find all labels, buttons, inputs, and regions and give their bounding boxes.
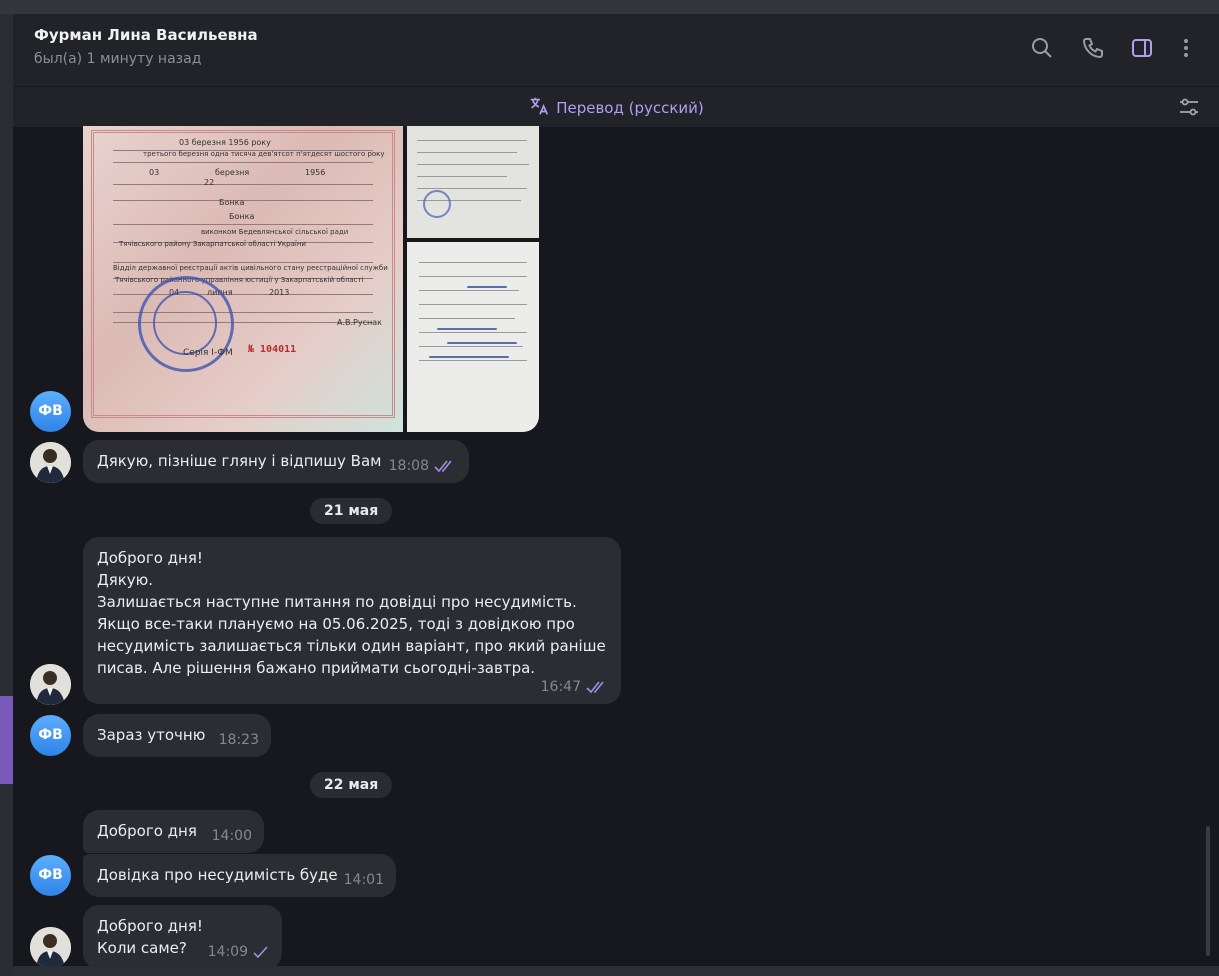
doc-line bbox=[419, 360, 527, 361]
doc-text: 03 березня 1956 року bbox=[179, 138, 271, 147]
avatar-fv[interactable]: ФВ bbox=[30, 715, 71, 756]
message-bubble[interactable]: Довідка про несудимість буде 14:01 bbox=[83, 854, 396, 897]
avatar-fv[interactable]: ФВ bbox=[30, 855, 71, 896]
avatar-me[interactable] bbox=[30, 442, 71, 483]
avatar-me[interactable] bbox=[30, 927, 71, 966]
message-meta: 14:09 bbox=[208, 941, 270, 963]
doc-line bbox=[113, 184, 373, 185]
doc-series: Серія І-ФМ bbox=[183, 348, 233, 358]
doc-text: Тячівського району Закарпатської області… bbox=[119, 240, 306, 248]
last-seen-status: был(а) 1 минуту назад bbox=[34, 51, 202, 67]
date-separator: 21 мая bbox=[310, 498, 393, 524]
message-time: 18:23 bbox=[218, 732, 259, 748]
message-bubble[interactable]: Доброго дня 14:00 bbox=[83, 810, 264, 853]
avatar-me[interactable] bbox=[30, 664, 71, 705]
message-list[interactable]: 03 березня 1956 року третього березня од… bbox=[13, 126, 1219, 966]
handwriting bbox=[437, 328, 497, 330]
doc-line bbox=[417, 176, 507, 177]
chat-window: Фурман Лина Васильевна был(а) 1 минуту н… bbox=[13, 14, 1219, 966]
doc-text: Бонка bbox=[219, 198, 245, 207]
single-check-icon bbox=[253, 946, 268, 959]
translation-bar: Перевод (русский) bbox=[13, 86, 1219, 127]
document-photo-3[interactable] bbox=[407, 242, 539, 432]
message-time: 14:01 bbox=[343, 872, 384, 888]
doc-text: виконком Бедевлянської сільської ради bbox=[201, 228, 349, 236]
document-photo-birth-certificate[interactable]: 03 березня 1956 року третього березня од… bbox=[83, 126, 403, 432]
doc-text: 22 bbox=[204, 178, 215, 187]
handwriting bbox=[447, 342, 517, 344]
doc-line bbox=[419, 304, 527, 305]
stamp bbox=[423, 190, 451, 218]
doc-text: Бонка bbox=[229, 212, 255, 221]
message-bubble[interactable]: Доброго дня! Дякую. Залишається наступне… bbox=[83, 537, 621, 704]
doc-line bbox=[419, 318, 515, 319]
doc-text: А.В.Руснак bbox=[337, 318, 382, 327]
message-time: 18:08 bbox=[388, 458, 429, 474]
top-window-strip bbox=[0, 0, 1219, 14]
photo-album[interactable]: 03 березня 1956 року третього березня од… bbox=[83, 126, 539, 432]
double-check-icon bbox=[586, 681, 604, 694]
doc-text: Тячівського районного управління юстиції… bbox=[115, 276, 364, 284]
doc-number: № 104011 bbox=[248, 344, 297, 355]
message-text: Дякую, пізніше гляну і відпишу Вам bbox=[97, 452, 382, 470]
doc-text: 1956 bbox=[305, 168, 326, 177]
doc-line bbox=[419, 262, 527, 263]
doc-text: Відділ державної реєстрації актів цивіль… bbox=[113, 264, 388, 272]
doc-line bbox=[419, 332, 527, 333]
doc-line bbox=[419, 276, 527, 277]
message-text: Довідка про несудимість буде bbox=[97, 866, 338, 884]
translate-icon bbox=[530, 97, 549, 115]
doc-line bbox=[419, 290, 519, 291]
message-text: Доброго дня! Дякую. Залишається наступне… bbox=[97, 549, 606, 677]
doc-text: березня bbox=[215, 168, 250, 177]
doc-line bbox=[113, 162, 373, 163]
message-time: 16:47 bbox=[540, 679, 581, 695]
chat-list-edge bbox=[0, 14, 13, 976]
more-vertical-icon[interactable] bbox=[1174, 36, 1198, 60]
official-seal-inner bbox=[153, 291, 217, 355]
message-bubble[interactable]: Доброго дня! Коли саме? 14:09 bbox=[83, 905, 282, 966]
search-icon[interactable] bbox=[1030, 36, 1054, 60]
doc-line bbox=[417, 164, 529, 165]
date-separator: 22 мая bbox=[310, 772, 393, 798]
message-bubble[interactable]: Дякую, пізніше гляну і відпишу Вам 18:08 bbox=[83, 440, 469, 483]
doc-line bbox=[417, 152, 517, 153]
translate-button[interactable]: Перевод (русский) bbox=[13, 95, 1219, 117]
doc-line bbox=[113, 262, 373, 263]
doc-line bbox=[419, 346, 523, 347]
scrollbar-thumb[interactable] bbox=[1206, 826, 1210, 956]
doc-text: 03 bbox=[149, 168, 160, 177]
active-chat-marker bbox=[0, 696, 13, 784]
document-photo-2[interactable] bbox=[407, 126, 539, 238]
message-meta: 18:08 bbox=[389, 455, 457, 477]
handwriting bbox=[467, 286, 507, 288]
avatar-fv[interactable]: ФВ bbox=[30, 391, 71, 432]
message-time: 14:09 bbox=[207, 944, 248, 960]
phone-icon[interactable] bbox=[1081, 36, 1105, 60]
handwriting bbox=[429, 356, 509, 358]
message-time: 14:00 bbox=[211, 828, 252, 844]
doc-line bbox=[417, 140, 527, 141]
message-meta: 16:47 bbox=[541, 676, 609, 698]
contact-name[interactable]: Фурман Лина Васильевна bbox=[34, 26, 258, 44]
translate-label: Перевод (русский) bbox=[556, 99, 704, 117]
doc-line bbox=[417, 188, 527, 189]
doc-line bbox=[113, 224, 373, 225]
doc-text: 2013 bbox=[269, 288, 290, 297]
message-bubble[interactable]: Зараз уточню 18:23 bbox=[83, 714, 271, 757]
message-text: Зараз уточню bbox=[97, 726, 206, 744]
message-text: Доброго дня bbox=[97, 822, 197, 840]
chat-header[interactable]: Фурман Лина Васильевна был(а) 1 минуту н… bbox=[13, 14, 1219, 86]
double-check-icon bbox=[434, 460, 452, 473]
filter-settings-icon[interactable] bbox=[1177, 95, 1201, 119]
doc-text: третього березня одна тисяча дев'ятсот п… bbox=[143, 150, 385, 158]
sidebar-toggle-icon[interactable] bbox=[1130, 36, 1154, 60]
